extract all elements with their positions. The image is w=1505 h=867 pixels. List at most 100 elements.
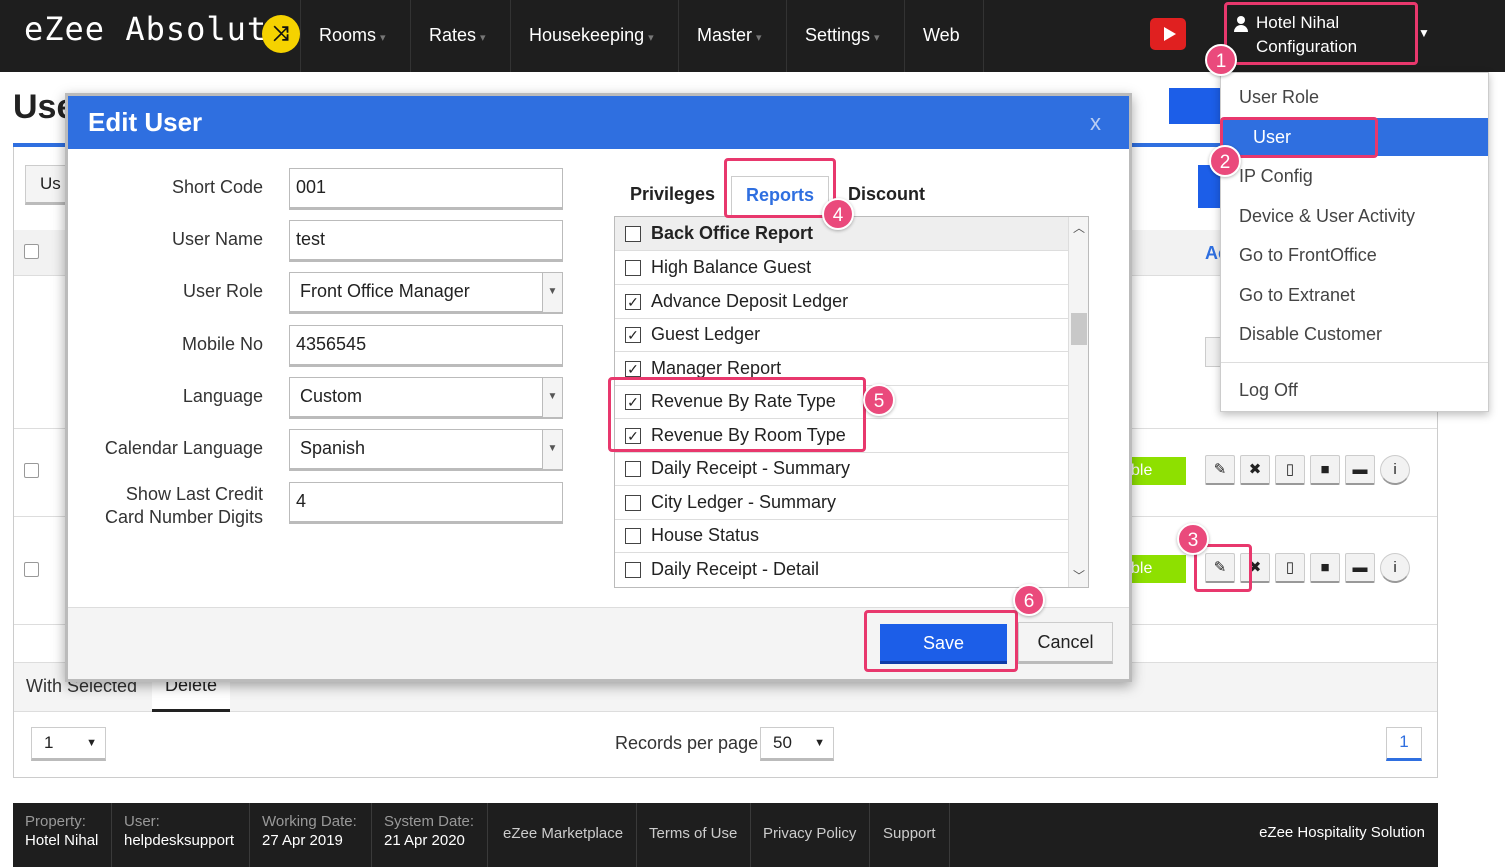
nav-settings[interactable]: Settings ▾ — [786, 0, 904, 72]
nav-housekeeping-label: Housekeeping — [529, 25, 645, 45]
footer-property: Property: Hotel Nihal — [13, 803, 112, 867]
records-per-page-value: 50 — [773, 733, 792, 752]
message-icon[interactable]: ▬ — [1345, 455, 1375, 485]
highlight-box-save — [864, 610, 1018, 672]
footer-working-date: Working Date: 27 Apr 2019 — [250, 803, 372, 867]
calendar-language-select[interactable]: Spanish ▼ — [289, 429, 563, 471]
language-select[interactable]: Custom ▼ — [289, 377, 563, 419]
records-per-page-select[interactable]: 50 ▼ — [760, 727, 834, 761]
mobile-no-label: Mobile No — [181, 334, 263, 354]
menu-item-ip-config[interactable]: IP Config — [1221, 157, 1488, 195]
scrollbar[interactable]: ︿ ﹀ — [1068, 217, 1088, 587]
report-label: High Balance Guest — [651, 257, 812, 277]
list-item[interactable]: Daily Receipt - Summary — [615, 452, 1068, 486]
page-select[interactable]: 1 ▼ — [31, 727, 106, 761]
checkbox[interactable] — [625, 528, 641, 544]
footer-link-privacy[interactable]: Privacy Policy — [750, 803, 871, 867]
list-item[interactable]: ✓ Advance Deposit Ledger — [615, 285, 1068, 319]
cancel-button[interactable]: Cancel — [1018, 622, 1113, 664]
nav-rates[interactable]: Rates ▾ — [410, 0, 510, 72]
chevron-down-icon: ▼ — [814, 737, 825, 749]
report-label: Daily Receipt - Summary — [651, 458, 851, 478]
list-item[interactable]: House Status — [615, 519, 1068, 553]
info-icon[interactable]: i — [1380, 455, 1410, 485]
user-name-input[interactable]: test — [289, 220, 563, 262]
status-badge[interactable]: ble — [1128, 457, 1186, 485]
scrollbar-thumb[interactable] — [1071, 313, 1087, 345]
footer-link-support[interactable]: Support — [870, 803, 950, 867]
delete-icon[interactable]: ✖ — [1240, 455, 1270, 485]
chevron-down-icon: ▼ — [542, 430, 562, 469]
calendar-language-value: Spanish — [300, 438, 366, 458]
list-item[interactable]: High Balance Guest — [615, 251, 1068, 285]
chevron-down-icon[interactable]: ▼ — [1418, 26, 1430, 40]
records-per-page-label: Records per page — [615, 733, 759, 753]
checkbox[interactable] — [625, 495, 641, 511]
language-value: Custom — [300, 386, 363, 406]
nav-settings-label: Settings — [805, 25, 871, 45]
highlight-box-user-menu — [1224, 2, 1418, 65]
language-label: Language — [182, 386, 263, 406]
show-last-credit-input[interactable]: 4 — [289, 482, 563, 524]
user-role-select[interactable]: Front Office Manager ▼ — [289, 272, 563, 314]
report-label: Back Office Report — [651, 223, 814, 243]
row-checkbox[interactable] — [24, 463, 39, 478]
menu-item-log-off[interactable]: Log Off — [1221, 371, 1488, 409]
checkbox-checked[interactable]: ✓ — [625, 294, 641, 310]
nav-housekeeping[interactable]: Housekeeping ▾ — [510, 0, 678, 72]
checkbox[interactable] — [625, 226, 641, 242]
highlight-box-user-item — [1220, 117, 1378, 158]
message-icon[interactable]: ▬ — [1345, 553, 1375, 583]
menu-item-go-to-frontoffice[interactable]: Go to FrontOffice — [1221, 236, 1488, 274]
scroll-down-icon[interactable]: ﹀ — [1069, 567, 1088, 584]
select-all-checkbox[interactable] — [24, 244, 39, 259]
row-checkbox[interactable] — [24, 562, 39, 577]
chevron-down-icon: ▾ — [380, 32, 386, 44]
device-icon[interactable]: ▯ — [1275, 553, 1305, 583]
menu-item-user-role[interactable]: User Role — [1221, 78, 1488, 116]
shuffle-icon[interactable]: ⤨ — [262, 15, 300, 53]
menu-item-disable-customer[interactable]: Disable Customer — [1221, 315, 1488, 353]
edit-user-dialog: Edit User x Short Code 001 User Name tes… — [65, 93, 1132, 682]
nav-rooms[interactable]: Rooms ▾ — [300, 0, 410, 72]
app-logo[interactable]: eZee Absolute — [24, 10, 287, 48]
annotation-badge: 4 — [822, 198, 854, 230]
lock-icon[interactable]: ■ — [1310, 455, 1340, 485]
nav-web[interactable]: Web — [904, 0, 984, 72]
close-icon[interactable]: x — [1090, 96, 1101, 149]
checkbox[interactable] — [625, 562, 641, 578]
tab-privileges[interactable]: Privileges — [630, 176, 715, 216]
list-item[interactable]: City Ledger - Summary — [615, 486, 1068, 520]
scroll-up-icon[interactable]: ︿ — [1069, 219, 1088, 236]
menu-item-device-user-activity[interactable]: Device & User Activity — [1221, 197, 1488, 235]
footer-working-label: Working Date: — [262, 813, 357, 830]
lock-icon[interactable]: ■ — [1310, 553, 1340, 583]
show-last-credit-label-line1: Show Last Credit — [125, 484, 263, 504]
list-item[interactable]: ✓ Guest Ledger — [615, 318, 1068, 352]
footer-link-terms[interactable]: Terms of Use — [636, 803, 752, 867]
youtube-icon[interactable] — [1150, 18, 1186, 50]
checkbox[interactable] — [625, 260, 641, 276]
tab-discount[interactable]: Discount — [848, 176, 925, 216]
calendar-language-label: Calendar Language — [104, 438, 263, 458]
footer-user-label: User: — [124, 813, 160, 830]
annotation-badge: 2 — [1209, 145, 1241, 177]
menu-item-go-to-extranet[interactable]: Go to Extranet — [1221, 276, 1488, 314]
annotation-badge: 6 — [1013, 584, 1045, 616]
pager-page-1[interactable]: 1 — [1386, 727, 1422, 761]
edit-icon[interactable]: ✎ — [1205, 455, 1235, 485]
checkbox-checked[interactable]: ✓ — [625, 361, 641, 377]
checkbox[interactable] — [625, 461, 641, 477]
status-badge[interactable]: ble — [1128, 555, 1186, 583]
checkbox-checked[interactable]: ✓ — [625, 327, 641, 343]
footer-link-marketplace[interactable]: eZee Marketplace — [490, 803, 638, 867]
list-item[interactable]: Daily Receipt - Detail — [615, 553, 1068, 587]
annotation-badge: 3 — [1177, 523, 1209, 555]
mobile-no-input[interactable]: 4356545 — [289, 325, 563, 367]
short-code-input[interactable]: 001 — [289, 168, 563, 210]
user-role-value: Front Office Manager — [300, 281, 470, 301]
info-icon[interactable]: i — [1380, 553, 1410, 583]
report-label: Guest Ledger — [651, 324, 761, 344]
nav-master[interactable]: Master ▾ — [678, 0, 786, 72]
device-icon[interactable]: ▯ — [1275, 455, 1305, 485]
